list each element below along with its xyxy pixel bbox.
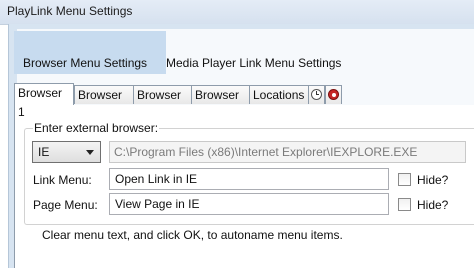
- tab-browser-menu-settings[interactable]: Browser Menu Settings: [14, 31, 166, 74]
- group-label: Enter external browser:: [33, 121, 160, 135]
- tab-stop[interactable]: [325, 85, 342, 104]
- stop-icon: [328, 89, 339, 100]
- browser-path-field[interactable]: C:\Program Files (x86)\Internet Explorer…: [109, 141, 466, 163]
- tab-clock[interactable]: [308, 85, 325, 104]
- tab-browser-3[interactable]: Browser 3: [133, 85, 192, 121]
- page-menu-hide-checkbox[interactable]: [398, 198, 411, 211]
- page-menu-hide-label: Hide?: [417, 198, 449, 212]
- dropdown-arrow-icon: [86, 150, 94, 155]
- tab-browser-2[interactable]: Browser 2: [74, 85, 134, 121]
- tab-browser-4[interactable]: Browser 4: [191, 85, 250, 121]
- clock-icon: [311, 89, 322, 100]
- page-menu-label: Page Menu:: [33, 198, 98, 212]
- tab-locations[interactable]: Locations: [249, 85, 309, 104]
- link-menu-label: Link Menu:: [33, 173, 92, 187]
- link-menu-field[interactable]: Open Link in IE: [109, 168, 389, 190]
- tab-browser-1[interactable]: Browser 1: [14, 83, 74, 119]
- browser-select[interactable]: IE: [32, 141, 101, 163]
- tab-media-player-link-menu-settings[interactable]: Media Player Link Menu Settings: [157, 31, 365, 74]
- link-menu-hide-label: Hide?: [417, 173, 449, 187]
- title-bar: PlayLink Menu Settings: [0, 0, 474, 25]
- browser-select-value: IE: [38, 145, 50, 159]
- window-title: PlayLink Menu Settings: [7, 4, 133, 18]
- link-menu-hide-checkbox[interactable]: [398, 173, 411, 186]
- hint-text: Clear menu text, and click OK, to autona…: [42, 228, 343, 242]
- browser-tab-strip: Browser 1 Browser 2 Browser 3 Browser 4 …: [14, 83, 474, 121]
- page-menu-field[interactable]: View Page in IE: [109, 193, 389, 215]
